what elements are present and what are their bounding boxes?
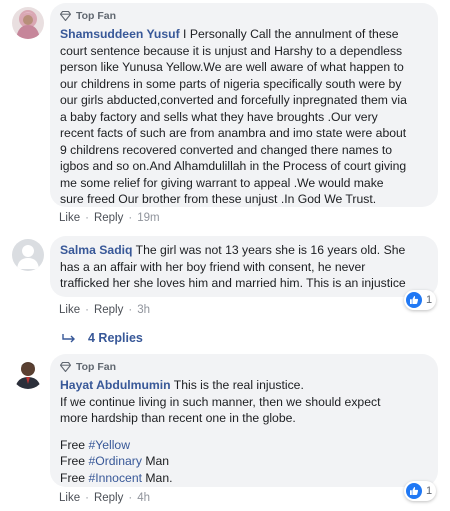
diamond-icon: [60, 11, 71, 21]
comment-actions: Like · Reply · 19m: [59, 212, 160, 224]
timestamp[interactable]: 19m: [137, 212, 159, 224]
comment-text: Hayat Abdulmumin This is the real injust…: [60, 377, 428, 486]
like-button[interactable]: Like: [59, 492, 80, 504]
hashtag-link[interactable]: #Yellow: [88, 438, 130, 452]
thumbs-up-icon: [406, 483, 422, 499]
reaction-count[interactable]: 1: [404, 290, 437, 310]
avatar[interactable]: [12, 239, 44, 271]
timestamp[interactable]: 4h: [137, 492, 150, 504]
reaction-count[interactable]: 1: [404, 481, 437, 501]
view-replies-link[interactable]: 4 Replies: [62, 331, 143, 345]
hashtag-link[interactable]: #Innocent: [88, 471, 142, 485]
hashtag-line: Free #Yellow: [60, 437, 131, 452]
comment-actions: Like · Reply · 4h: [59, 492, 150, 504]
comment-text: Salma Sadiq The girl was not 13 years sh…: [60, 243, 406, 290]
author-name[interactable]: Shamsuddeen Yusuf: [60, 27, 180, 41]
comment-bubble: Top Fan Hayat Abdulmumin This is the rea…: [50, 354, 438, 487]
like-button[interactable]: Like: [59, 304, 80, 316]
hashtag-line: Free #Ordinary Man: [60, 454, 170, 468]
thumbs-up-icon: [406, 292, 422, 308]
reply-button[interactable]: Reply: [94, 304, 123, 316]
avatar[interactable]: [12, 7, 44, 39]
author-name[interactable]: Salma Sadiq: [60, 243, 132, 257]
comment-text: Shamsuddeen Yusuf I Personally Call the …: [60, 27, 407, 206]
top-fan-badge: Top Fan: [60, 360, 428, 374]
like-button[interactable]: Like: [59, 212, 80, 224]
hashtag-link[interactable]: #Ordinary: [88, 454, 142, 468]
comment-bubble: Salma Sadiq The girl was not 13 years sh…: [50, 236, 438, 297]
avatar[interactable]: [12, 357, 44, 389]
comment-bubble: Top Fan Shamsuddeen Yusuf I Personally C…: [50, 3, 438, 207]
timestamp[interactable]: 3h: [137, 304, 150, 316]
author-name[interactable]: Hayat Abdulmumin: [60, 378, 171, 392]
badge-label: Top Fan: [76, 10, 117, 22]
reply-button[interactable]: Reply: [94, 212, 123, 224]
badge-label: Top Fan: [76, 361, 117, 373]
reply-button[interactable]: Reply: [94, 492, 123, 504]
comment-actions: Like · Reply · 3h: [59, 304, 150, 316]
diamond-icon: [60, 362, 71, 372]
reply-arrow-icon: [62, 334, 75, 343]
top-fan-badge: Top Fan: [60, 9, 428, 23]
hashtag-line: Free #Innocent Man.: [60, 470, 173, 485]
